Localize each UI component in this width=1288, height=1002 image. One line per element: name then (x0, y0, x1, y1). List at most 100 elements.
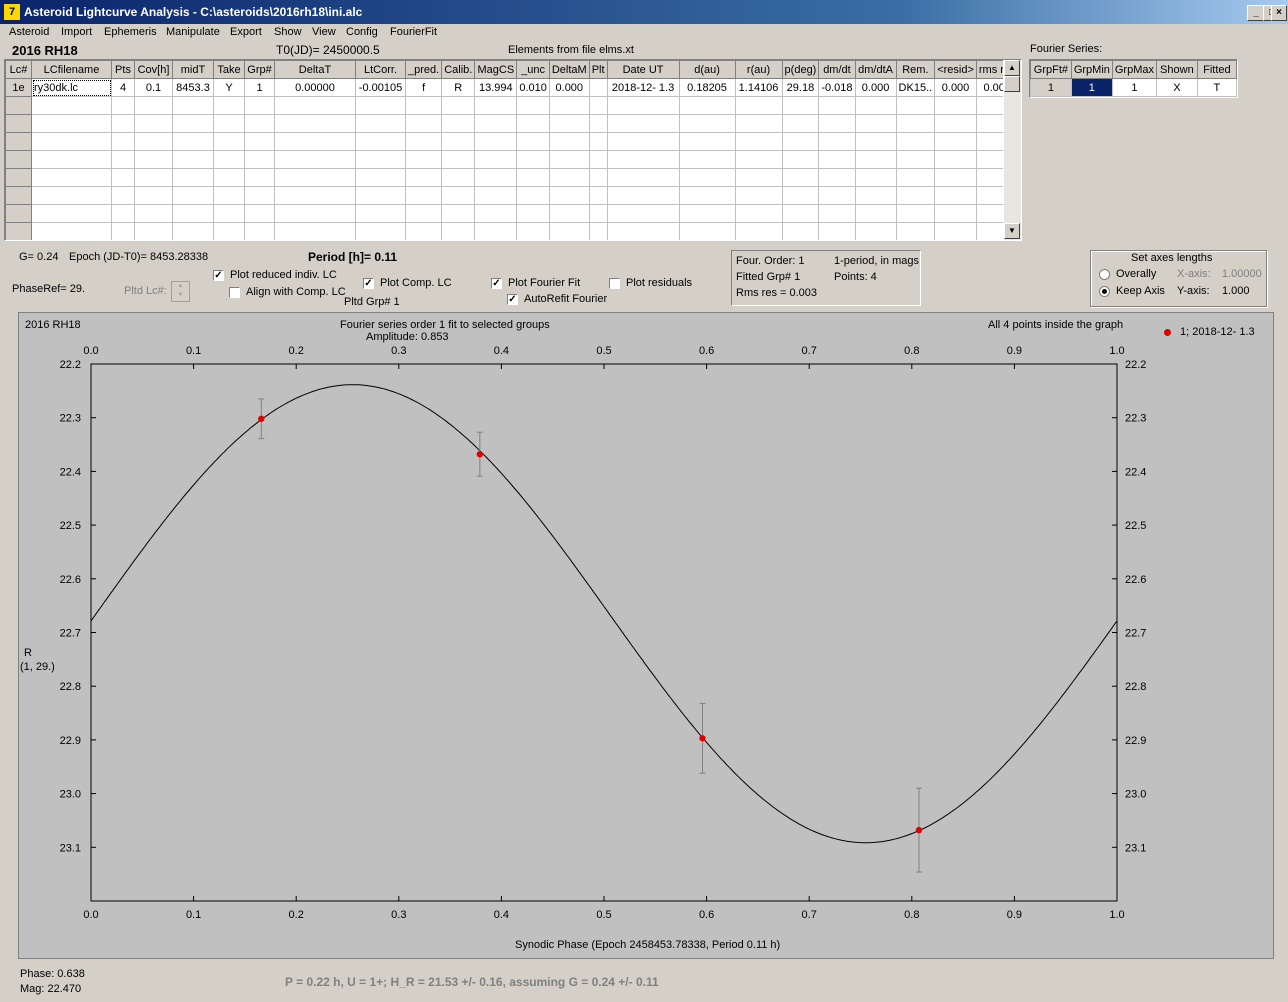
lc-cell[interactable] (441, 96, 476, 115)
lc-cell[interactable] (818, 204, 856, 223)
lc-cell[interactable]: 0.18205 (678, 78, 736, 97)
lc-cell[interactable] (441, 204, 476, 223)
lc-cell[interactable] (934, 204, 977, 223)
lc-cell[interactable] (274, 96, 356, 115)
lc-cell[interactable] (474, 150, 518, 169)
lc-cell[interactable] (274, 186, 356, 205)
menu-export[interactable]: Export (230, 26, 262, 38)
lc-cell[interactable] (818, 222, 856, 240)
lc-cell[interactable] (274, 132, 356, 151)
lc-cell[interactable] (474, 204, 518, 223)
lc-cell[interactable] (516, 96, 550, 115)
close-button[interactable]: × (1271, 5, 1287, 21)
lc-cell[interactable]: 0.000 (934, 78, 977, 97)
lc-cell[interactable] (274, 222, 356, 240)
fourier-col-grpft[interactable]: GrpFt# (1030, 60, 1072, 79)
lc-row-header[interactable] (5, 222, 32, 240)
lc-col-header[interactable]: _pred. (404, 60, 443, 79)
lc-col-header[interactable]: Grp# (244, 60, 275, 79)
lc-cell[interactable] (934, 114, 977, 133)
lc-cell[interactable] (274, 168, 356, 187)
lc-cell[interactable] (213, 96, 245, 115)
lightcurve-plot-area[interactable]: 2016 RH18 Fourier series order 1 fit to … (18, 312, 1274, 959)
lc-cell[interactable] (441, 150, 476, 169)
fourier-cell-selected[interactable]: 1 (1070, 78, 1113, 97)
lc-cell[interactable] (606, 204, 680, 223)
lc-col-header[interactable]: dm/dtA (854, 60, 897, 79)
lc-cell[interactable] (548, 96, 590, 115)
pltd-lc-spinner[interactable]: ▲ ▼ (171, 281, 190, 302)
lc-cell[interactable] (895, 222, 936, 240)
lc-cell[interactable] (111, 150, 135, 169)
lc-col-header[interactable]: Cov[h] (134, 60, 173, 79)
lc-cell[interactable]: 13.994 (474, 78, 518, 97)
lc-cell[interactable] (111, 222, 135, 240)
lc-cell[interactable] (213, 204, 245, 223)
lc-cell[interactable] (781, 114, 820, 133)
lc-col-header[interactable]: Calib. (441, 60, 476, 79)
lc-cell[interactable] (134, 204, 173, 223)
lc-cell[interactable] (516, 150, 550, 169)
plot-fourier-checkbox[interactable]: ✓ (491, 278, 502, 289)
fourier-col-grpmin[interactable]: GrpMin (1070, 60, 1113, 79)
lc-cell[interactable] (854, 96, 897, 115)
lc-cell[interactable] (213, 150, 245, 169)
lc-cell[interactable]: -0.018 (818, 78, 856, 97)
lc-cell[interactable] (404, 222, 443, 240)
lc-cell[interactable] (441, 132, 476, 151)
lc-cell[interactable] (134, 186, 173, 205)
menu-fourierfit[interactable]: FourierFit (390, 26, 437, 38)
lc-cell[interactable] (895, 96, 936, 115)
fourier-col-shown[interactable]: Shown (1156, 60, 1198, 79)
lc-cell[interactable] (441, 222, 476, 240)
lc-col-header[interactable]: DeltaT (274, 60, 356, 79)
lc-cell[interactable] (474, 222, 518, 240)
lc-table-row[interactable] (5, 222, 1019, 240)
lc-cell[interactable]: 4 (111, 78, 135, 97)
lc-table-row[interactable] (5, 204, 1019, 223)
lc-cell[interactable] (274, 150, 356, 169)
lc-cell[interactable] (678, 96, 736, 115)
lc-cell[interactable]: -0.00105 (355, 78, 406, 97)
lc-cell[interactable] (111, 114, 135, 133)
lc-cell[interactable] (895, 114, 936, 133)
lc-cell[interactable] (588, 96, 608, 115)
lc-cell[interactable] (172, 114, 214, 133)
autorefit-checkbox[interactable]: ✓ (507, 294, 518, 305)
lc-cell[interactable]: R (441, 78, 476, 97)
lc-cell[interactable] (781, 222, 820, 240)
lc-cell[interactable] (734, 114, 783, 133)
lc-cell[interactable] (818, 96, 856, 115)
lc-cell[interactable] (244, 132, 275, 151)
lc-cell[interactable] (31, 204, 112, 223)
lc-cell[interactable] (516, 168, 550, 187)
lc-cell[interactable] (355, 114, 406, 133)
lc-cell[interactable] (678, 222, 736, 240)
lc-cell[interactable] (516, 204, 550, 223)
lc-cell[interactable] (895, 168, 936, 187)
fourier-cell[interactable]: T (1196, 78, 1237, 97)
fourier-col-fitted[interactable]: Fitted (1196, 60, 1237, 79)
lc-cell[interactable]: 8453.3 (172, 78, 214, 97)
keep-axis-radio[interactable] (1099, 286, 1110, 297)
lc-cell[interactable] (172, 132, 214, 151)
lc-cell[interactable] (781, 150, 820, 169)
lc-cell[interactable] (895, 204, 936, 223)
lc-cell[interactable] (934, 150, 977, 169)
lc-cell[interactable] (441, 114, 476, 133)
lc-cell[interactable] (606, 132, 680, 151)
lc-col-header[interactable]: Date UT (606, 60, 680, 79)
lc-cell[interactable]: 0.1 (134, 78, 173, 97)
lc-cell[interactable] (895, 132, 936, 151)
lc-cell[interactable] (134, 222, 173, 240)
lc-row-header[interactable]: 1e (5, 78, 32, 97)
lc-table-row[interactable] (5, 150, 1019, 169)
lc-cell[interactable] (678, 150, 736, 169)
lc-cell[interactable] (516, 114, 550, 133)
lc-cell[interactable] (404, 186, 443, 205)
lc-cell[interactable] (606, 222, 680, 240)
lc-cell[interactable] (678, 204, 736, 223)
lc-cell[interactable] (548, 132, 590, 151)
lc-cell[interactable] (134, 132, 173, 151)
lc-table-row[interactable] (5, 96, 1019, 115)
